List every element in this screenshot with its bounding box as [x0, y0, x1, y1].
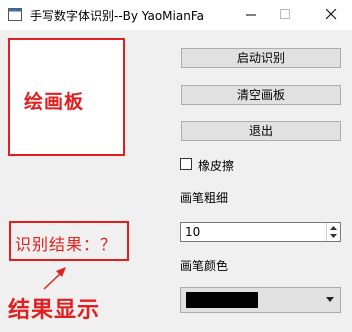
- spin-down-icon[interactable]: [327, 232, 340, 241]
- pen-color-combobox[interactable]: [180, 287, 341, 313]
- pen-width-spinbox[interactable]: 10: [180, 222, 341, 242]
- chevron-down-icon: [326, 297, 334, 302]
- drawing-canvas[interactable]: 绘画板: [8, 38, 125, 156]
- pen-color-label: 画笔颜色: [180, 259, 229, 273]
- clear-canvas-button[interactable]: 清空画板: [181, 85, 341, 105]
- window-title: 手写数字体识别--By YaoMianFa: [30, 9, 204, 23]
- annotation-arrow-icon: [43, 267, 66, 290]
- color-swatch: [186, 292, 258, 308]
- eraser-label: 橡皮擦: [198, 159, 235, 173]
- minimize-icon: [246, 14, 256, 16]
- result-display: 识别结果：？: [9, 221, 129, 261]
- result-annotation: 结果显示: [8, 298, 101, 323]
- close-button[interactable]: [312, 0, 352, 30]
- canvas-annotation: 绘画板: [24, 91, 85, 113]
- result-text: 识别结果：？: [15, 235, 118, 254]
- pen-width-label: 画笔粗细: [180, 191, 229, 205]
- exit-button[interactable]: 退出: [181, 121, 341, 141]
- title-bar: 手写数字体识别--By YaoMianFa: [0, 0, 352, 30]
- spin-buttons: [326, 223, 340, 241]
- eraser-checkbox[interactable]: [180, 158, 192, 170]
- maximize-button[interactable]: [266, 0, 306, 30]
- start-recognition-button[interactable]: 启动识别: [181, 48, 341, 68]
- maximize-icon: [280, 9, 290, 19]
- pen-width-value: 10: [185, 225, 201, 239]
- close-icon: [326, 9, 337, 20]
- spin-up-icon[interactable]: [327, 223, 340, 232]
- window-app-icon: [8, 8, 22, 21]
